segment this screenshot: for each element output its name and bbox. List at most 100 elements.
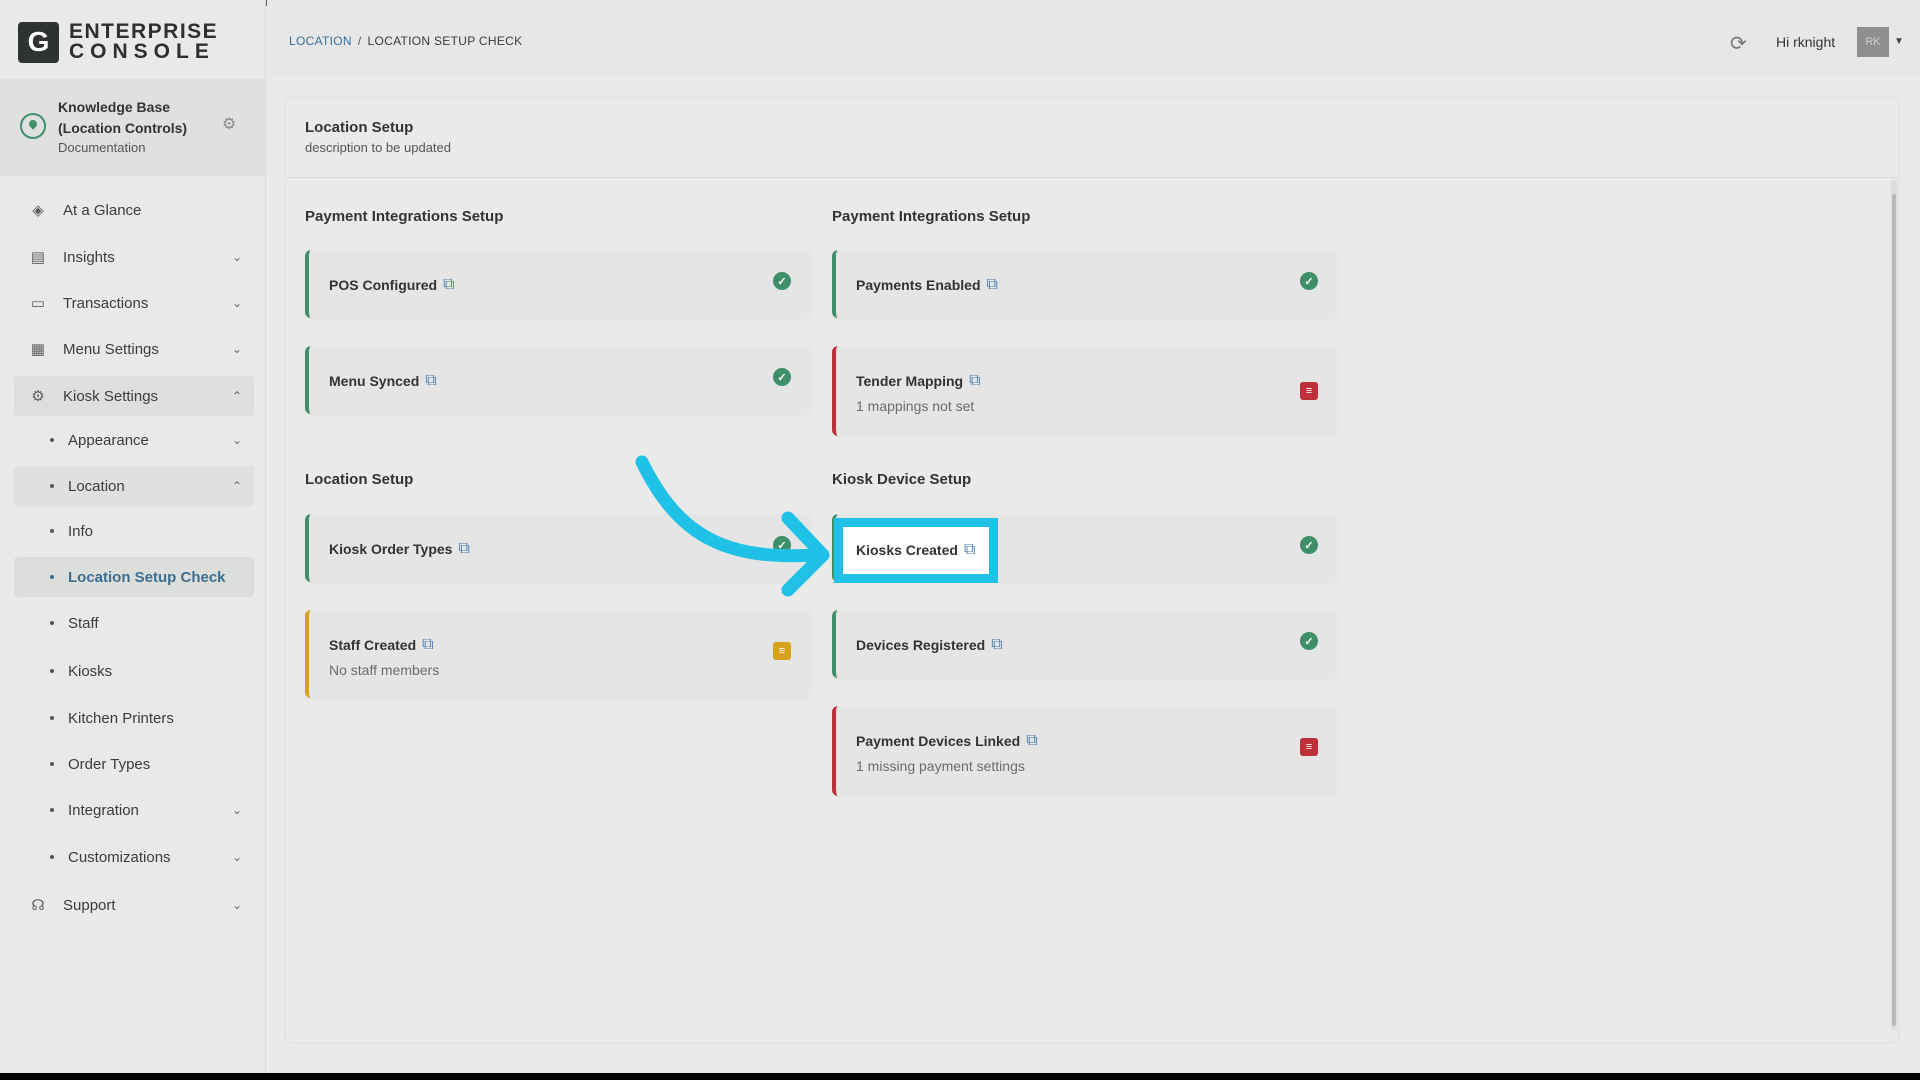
sidebar-subitem-label: Appearance xyxy=(68,431,149,449)
brand-text: ENTERPRISE CONSOLE xyxy=(69,20,219,63)
caret-down-icon[interactable]: ▼ xyxy=(1894,36,1904,47)
breadcrumb-location-link[interactable]: LOCATION xyxy=(289,34,352,48)
sidebar-subitem-kitchen-printers[interactable]: Kitchen Printers xyxy=(14,698,254,738)
sidebar-subitem-customizations[interactable]: Customizations ⌄ xyxy=(14,837,254,877)
sidebar-item-menu-settings[interactable]: ▦ Menu Settings ⌄ xyxy=(14,329,254,369)
check-label: Tender Mapping xyxy=(856,373,964,389)
bullet xyxy=(50,438,54,442)
section-title-location-setup: Location Setup xyxy=(305,471,414,488)
bullet xyxy=(50,484,54,488)
account-subtitle: Documentation xyxy=(58,140,146,155)
check-circle-icon: ✓ xyxy=(1300,272,1318,290)
breadcrumb-separator: / xyxy=(357,34,362,48)
check-link[interactable]: Menu Synced ⧉ xyxy=(329,372,437,390)
check-link[interactable]: Payment Devices Linked ⧉ xyxy=(856,732,1038,750)
check-label: Menu Synced xyxy=(329,373,420,389)
sidebar-subitem-label: Integration xyxy=(68,801,139,819)
external-link-icon[interactable]: ⧉ xyxy=(458,540,469,558)
sidebar-subitem-label: Customizations xyxy=(68,848,171,866)
chevron-down-icon: ⌄ xyxy=(231,296,242,310)
bullet xyxy=(50,716,54,720)
check-circle-icon: ✓ xyxy=(1300,632,1318,650)
gear-icon: ⚙ xyxy=(31,388,45,405)
avatar[interactable]: RK xyxy=(1857,27,1889,57)
check-card-tender-mapping: Tender Mapping ⧉ 1 mappings not set ≡ xyxy=(832,346,1338,436)
external-link-icon[interactable]: ⧉ xyxy=(443,276,454,294)
bullet xyxy=(50,762,54,766)
section-title-payment-integrations-right: Payment Integrations Setup xyxy=(832,208,1031,225)
clipboard-alert-icon: ≡ xyxy=(1300,738,1318,756)
clipboard-alert-icon: ≡ xyxy=(1300,382,1318,400)
check-link[interactable]: Devices Registered ⧉ xyxy=(856,636,1003,654)
sidebar-subitem-appearance[interactable]: Appearance ⌄ xyxy=(14,420,254,460)
check-link[interactable]: Kiosk Order Types ⧉ xyxy=(329,540,470,558)
external-link-icon[interactable]: ⧉ xyxy=(969,372,980,390)
check-link[interactable]: Tender Mapping ⧉ xyxy=(856,372,981,390)
kiosks-created-link[interactable]: Kiosks Created ⧉ xyxy=(856,541,975,559)
sidebar-subitem-label: Kitchen Printers xyxy=(68,709,174,727)
external-link-icon[interactable]: ⧉ xyxy=(425,372,436,390)
sidebar-item-insights[interactable]: ▤ Insights ⌄ xyxy=(14,237,254,277)
chevron-down-icon: ⌄ xyxy=(231,250,242,264)
chevron-up-icon: ⌃ xyxy=(231,389,242,403)
sidebar-subitem-location-setup-check[interactable]: Location Setup Check xyxy=(14,557,254,597)
sidebar-item-label: Menu Settings xyxy=(63,340,159,358)
chevron-down-icon: ⌄ xyxy=(231,433,242,447)
check-note: No staff members xyxy=(329,662,440,678)
sidebar-item-support[interactable]: ☊ Support ⌄ xyxy=(14,885,254,925)
brand-line-2: CONSOLE xyxy=(69,40,215,63)
sidebar-subitem-integration[interactable]: Integration ⌄ xyxy=(14,790,254,830)
sidebar-subitem-location[interactable]: Location ⌃ xyxy=(14,466,254,506)
bullet xyxy=(50,669,54,673)
sidebar-item-kiosk-settings[interactable]: ⚙ Kiosk Settings ⌃ xyxy=(14,376,254,416)
check-label: Payments Enabled xyxy=(856,277,981,293)
sidebar-item-label: Kiosk Settings xyxy=(63,387,159,405)
external-link-icon[interactable]: ⧉ xyxy=(964,541,975,559)
check-link[interactable]: Staff Created ⧉ xyxy=(329,636,434,654)
check-card-payment-devices-linked: Payment Devices Linked ⧉ 1 missing paymen… xyxy=(832,706,1338,796)
check-label: Kiosks Created xyxy=(856,542,958,558)
sidebar-subitem-kiosks[interactable]: Kiosks xyxy=(14,651,254,691)
sidebar-subitem-staff[interactable]: Staff xyxy=(14,603,254,643)
sidebar-subitem-label: Kiosks xyxy=(68,662,113,680)
sidebar: G ENTERPRISE CONSOLE Knowledge Base (Loc… xyxy=(0,0,266,1073)
user-greeting[interactable]: Hi rknight xyxy=(1776,34,1835,50)
receipt-icon: ▭ xyxy=(30,295,46,312)
top-header: LOCATION / LOCATION SETUP CHECK ⟳ Hi rknig… xyxy=(267,0,1920,78)
check-link[interactable]: POS Configured ⧉ xyxy=(329,276,455,294)
external-link-icon[interactable]: ⧉ xyxy=(991,636,1002,654)
main-card: Location Setup description to be updated… xyxy=(286,98,1898,1042)
bullet xyxy=(50,529,54,533)
external-link-icon[interactable]: ⧉ xyxy=(987,276,998,294)
menu-icon: ▦ xyxy=(30,341,46,358)
clipboard-icon: ▤ xyxy=(30,249,46,266)
sidebar-item-at-a-glance[interactable]: ◈ At a Glance xyxy=(14,190,254,230)
check-label: POS Configured xyxy=(329,277,438,293)
sidebar-subitem-label: Info xyxy=(68,522,94,540)
check-note: 1 mappings not set xyxy=(856,398,975,414)
check-link[interactable]: Payments Enabled ⧉ xyxy=(856,276,998,294)
sidebar-subitem-label: Location Setup Check xyxy=(68,568,226,586)
check-card-devices-registered: Devices Registered ⧉ ✓ xyxy=(832,610,1338,678)
account-name: Knowledge Base (Location Controls) xyxy=(58,99,188,136)
check-label: Staff Created xyxy=(329,637,417,653)
sidebar-item-label: Transactions xyxy=(63,294,149,312)
check-card-pos-configured: POS Configured ⧉ ✓ xyxy=(305,250,811,318)
brand[interactable]: G ENTERPRISE CONSOLE xyxy=(18,21,218,63)
refresh-icon[interactable]: ⟳ xyxy=(1730,31,1747,56)
sidebar-subitem-label: Order Types xyxy=(68,755,151,773)
main-card-header: Location Setup description to be updated xyxy=(286,98,1898,178)
sidebar-subitem-info[interactable]: Info xyxy=(14,511,254,551)
external-link-icon[interactable]: ⧉ xyxy=(422,636,433,654)
section-title-kiosk-device-setup: Kiosk Device Setup xyxy=(832,471,972,488)
sidebar-subitem-order-types[interactable]: Order Types xyxy=(14,744,254,784)
sidebar-item-transactions[interactable]: ▭ Transactions ⌄ xyxy=(14,283,254,323)
brand-line-1: ENTERPRISE xyxy=(69,20,219,43)
chevron-down-icon: ⌄ xyxy=(231,898,242,912)
tutorial-highlight: Kiosks Created ⧉ xyxy=(834,518,998,583)
external-link-icon[interactable]: ⧉ xyxy=(1026,732,1037,750)
breadcrumb: LOCATION / LOCATION SETUP CHECK xyxy=(289,34,522,48)
check-circle-icon: ✓ xyxy=(773,272,791,290)
scrollbar-thumb[interactable] xyxy=(1892,194,1896,1026)
gear-icon[interactable]: ⚙ xyxy=(222,114,236,134)
